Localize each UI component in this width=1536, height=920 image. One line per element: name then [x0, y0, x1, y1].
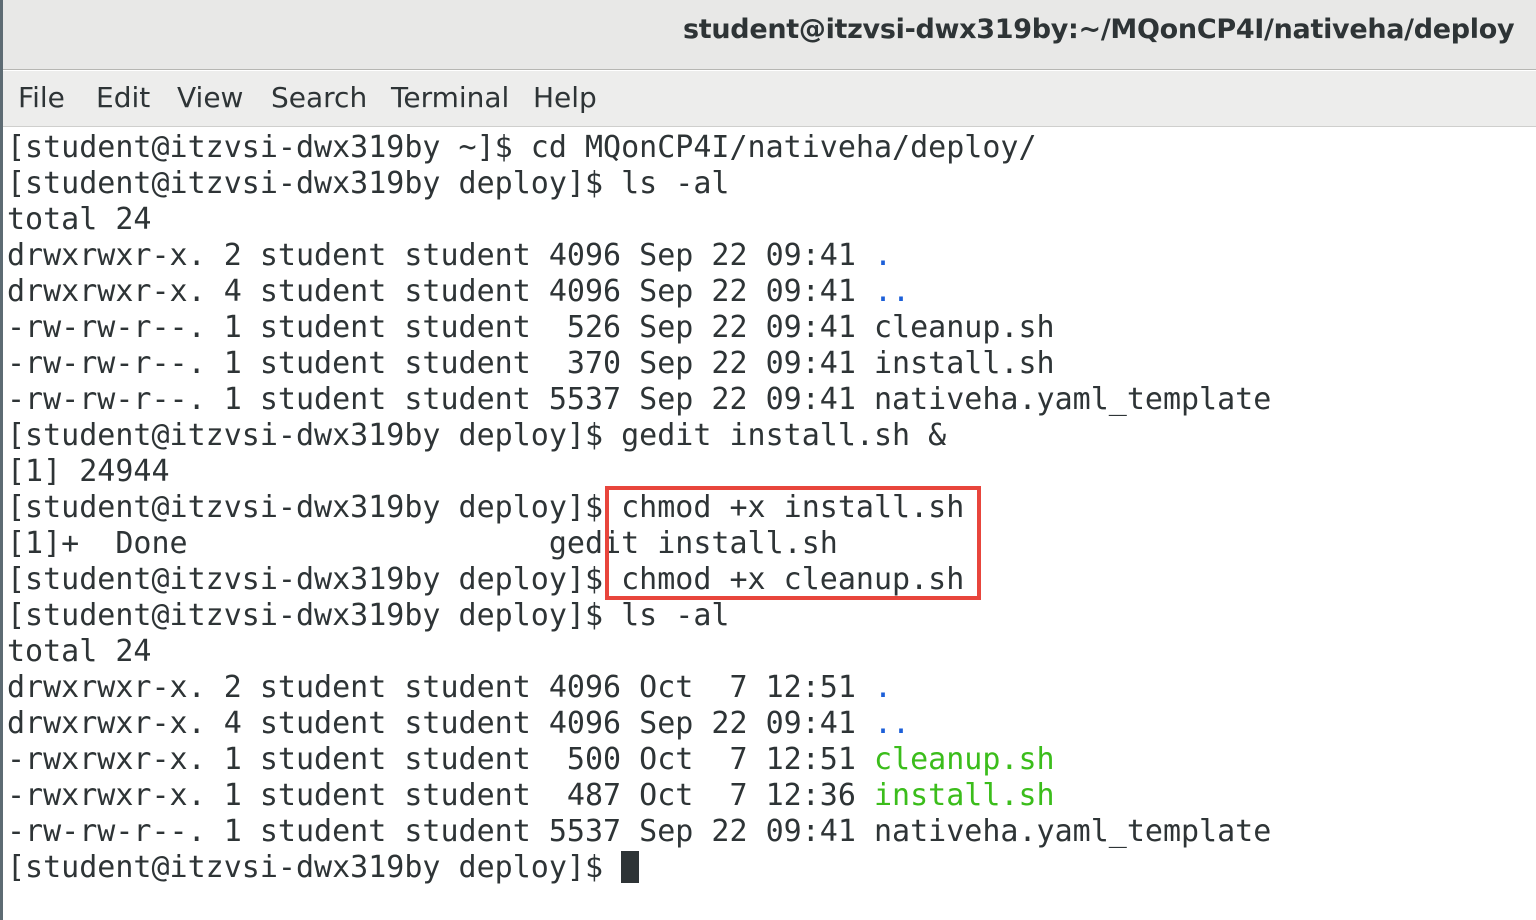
- listing-row: drwxrwxr-x. 2 student student 4096 Sep 2…: [7, 238, 893, 273]
- terminal-line: [student@itzvsi-dwx319by ~]$ cd MQonCP4I…: [7, 130, 1037, 165]
- block-cursor-icon: [621, 851, 640, 883]
- terminal-line: total 24: [7, 634, 152, 669]
- listing-row: drwxrwxr-x. 4 student student 4096 Sep 2…: [7, 274, 911, 309]
- listing-row: -rwxrwxr-x. 1 student student 500 Oct 7 …: [7, 742, 1055, 777]
- file-name: cleanup.sh: [873, 310, 1055, 345]
- listing-row: -rw-rw-r--. 1 student student 5537 Sep 2…: [7, 814, 1272, 849]
- menu-terminal[interactable]: Terminal: [391, 81, 509, 114]
- dir-name: ..: [873, 274, 911, 309]
- exec-file-name: cleanup.sh: [873, 742, 1055, 777]
- window-title: student@itzvsi-dwx319by:~/MQonCP4I/nativ…: [683, 14, 1515, 45]
- listing-row: -rwxrwxr-x. 1 student student 487 Oct 7 …: [7, 778, 1055, 813]
- listing-row: drwxrwxr-x. 4 student student 4096 Sep 2…: [7, 706, 911, 741]
- listing-row: drwxrwxr-x. 2 student student 4096 Oct 7…: [7, 670, 893, 705]
- menu-file[interactable]: File: [18, 81, 65, 114]
- terminal-line: [student@itzvsi-dwx319by deploy]$ chmod …: [7, 490, 965, 525]
- listing-row: -rw-rw-r--. 1 student student 370 Sep 22…: [7, 346, 1055, 381]
- listing-row: -rw-rw-r--. 1 student student 5537 Sep 2…: [7, 382, 1272, 417]
- terminal-line: [student@itzvsi-dwx319by deploy]$ chmod …: [7, 562, 965, 597]
- terminal-line: [student@itzvsi-dwx319by deploy]$ ls -al: [7, 166, 730, 201]
- file-name: nativeha.yaml_template: [873, 382, 1272, 417]
- dir-name: .: [873, 670, 893, 705]
- terminal-line: [student@itzvsi-dwx319by deploy]$ gedit …: [7, 418, 947, 453]
- terminal-line: [1]+ Done gedit install.sh: [7, 526, 838, 561]
- menu-bar: File Edit View Search Terminal Help: [3, 71, 1536, 127]
- menu-search[interactable]: Search: [271, 81, 367, 114]
- file-name: nativeha.yaml_template: [873, 814, 1272, 849]
- menu-help[interactable]: Help: [533, 81, 597, 114]
- file-name: install.sh: [873, 346, 1055, 381]
- menu-edit[interactable]: Edit: [96, 81, 150, 114]
- title-bar[interactable]: student@itzvsi-dwx319by:~/MQonCP4I/nativ…: [3, 0, 1536, 70]
- terminal-output[interactable]: [student@itzvsi-dwx319by ~]$ cd MQonCP4I…: [7, 130, 1536, 920]
- terminal-window: student@itzvsi-dwx319by:~/MQonCP4I/nativ…: [0, 0, 1536, 920]
- listing-row: -rw-rw-r--. 1 student student 526 Sep 22…: [7, 310, 1055, 345]
- menu-view[interactable]: View: [177, 81, 243, 114]
- dir-name: ..: [873, 706, 911, 741]
- dir-name: .: [873, 238, 893, 273]
- terminal-line: total 24: [7, 202, 152, 237]
- terminal-prompt[interactable]: [student@itzvsi-dwx319by deploy]$: [7, 850, 640, 886]
- terminal-line: [1] 24944: [7, 454, 170, 489]
- exec-file-name: install.sh: [873, 778, 1055, 813]
- terminal-line: [student@itzvsi-dwx319by deploy]$ ls -al: [7, 598, 730, 633]
